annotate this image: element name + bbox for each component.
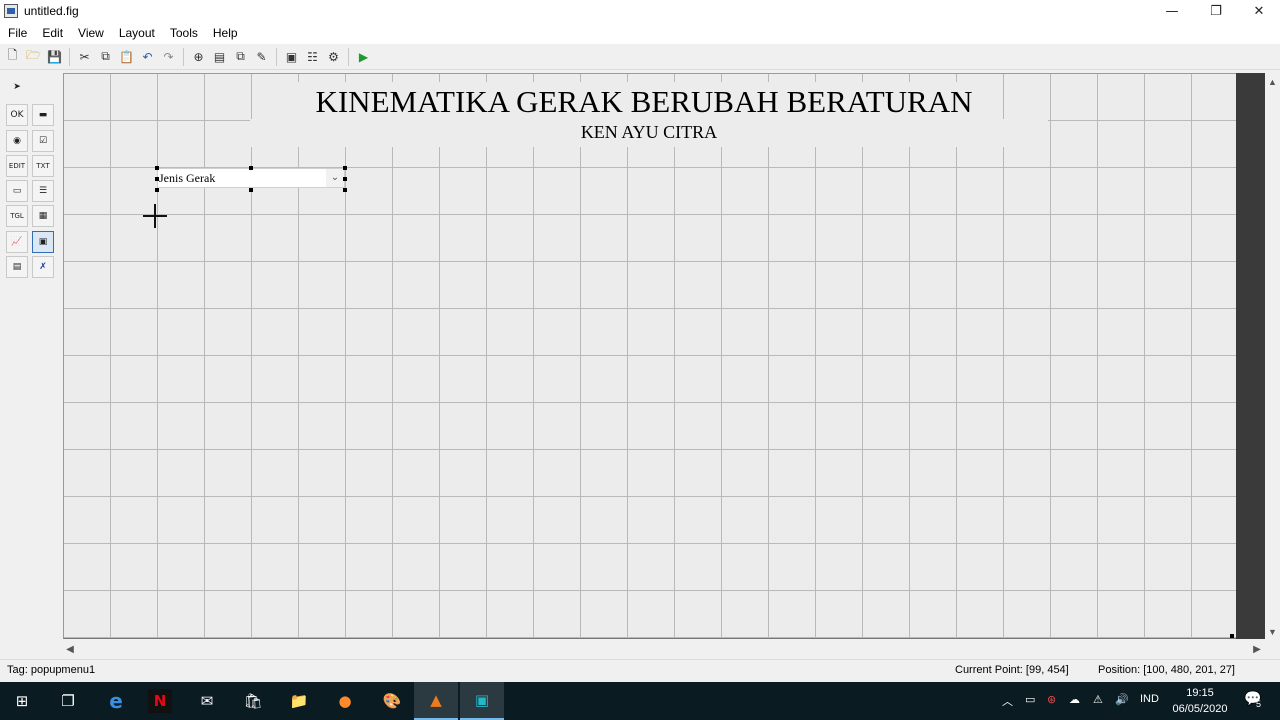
minimize-button[interactable]: — — [1150, 0, 1194, 22]
selection-handle[interactable] — [249, 188, 253, 192]
copy-icon[interactable]: ⧉ — [95, 46, 116, 67]
selection-handle[interactable] — [155, 177, 159, 181]
edit-text-tool-icon[interactable]: EDIT — [6, 155, 28, 177]
close-button[interactable]: ✕ — [1237, 0, 1280, 22]
scroll-left-icon[interactable]: ◀ — [63, 641, 77, 657]
toolbar-editor-icon[interactable]: ✎ — [251, 46, 272, 67]
selection-handle[interactable] — [343, 177, 347, 181]
volume-icon[interactable]: 🔊 — [1115, 693, 1129, 706]
figure-file-icon — [4, 4, 18, 18]
tab-order-editor-icon[interactable]: ⧉ — [230, 46, 251, 67]
crosshair-cursor-icon — [154, 204, 156, 228]
security-alert-icon[interactable]: ⊛ — [1047, 693, 1056, 706]
vertical-scrollbar[interactable]: ▲ ▼ — [1265, 73, 1280, 639]
canvas-resize-handle[interactable] — [1230, 634, 1234, 638]
menu-view[interactable]: View — [70, 26, 111, 40]
chevron-down-icon[interactable]: ⌄ — [326, 169, 344, 187]
menu-help[interactable]: Help — [205, 26, 245, 40]
store-icon[interactable]: 🛍 — [241, 689, 265, 713]
panel-tool-icon[interactable]: ▣ — [32, 231, 54, 253]
show-hidden-icons-icon[interactable]: ︿ — [1002, 693, 1013, 709]
editor-icon[interactable]: ▣ — [281, 46, 302, 67]
push-button-tool-icon[interactable]: OK — [6, 104, 28, 126]
static-text-subtitle[interactable]: KEN AYU CITRA — [250, 119, 1048, 147]
cut-icon[interactable]: ✂ — [74, 46, 95, 67]
toolbar-separator — [69, 47, 70, 66]
windows-start-icon[interactable]: ⊞ — [10, 689, 34, 713]
menu-bar: File Edit View Layout Tools Help — [0, 22, 1280, 44]
notification-count-badge: 5 — [1256, 699, 1262, 709]
status-current-point: Current Point: [99, 454] — [955, 664, 1069, 676]
selection-handle[interactable] — [343, 166, 347, 170]
property-inspector-icon[interactable]: ☷ — [302, 46, 323, 67]
static-text-tool-icon[interactable]: TXT — [32, 155, 54, 177]
paint-icon[interactable]: 🎨 — [380, 689, 404, 713]
menu-edit[interactable]: Edit — [34, 26, 70, 40]
taskbar-clock[interactable]: 19:15 06/05/2020 — [1166, 685, 1234, 717]
title-bar: untitled.fig — ❐ ✕ — [0, 0, 1280, 22]
layout-canvas[interactable]: KINEMATIKA GERAK BERUBAH BERATURAN KEN A… — [63, 73, 1236, 639]
scroll-down-icon[interactable]: ▼ — [1265, 625, 1280, 639]
clock-date: 06/05/2020 — [1172, 703, 1228, 715]
toggle-button-tool-icon[interactable]: TGL — [6, 205, 28, 227]
slider-tool-icon[interactable]: ▬ — [32, 104, 54, 126]
button-group-tool-icon[interactable]: ▤ — [6, 256, 28, 278]
undo-icon[interactable]: ↶ — [137, 46, 158, 67]
new-file-icon[interactable]: 🗋 — [2, 46, 23, 67]
canvas-margin — [1236, 73, 1265, 639]
mail-icon[interactable]: ✉ — [195, 689, 219, 713]
table-tool-icon[interactable]: ▦ — [32, 205, 54, 227]
save-icon[interactable]: 💾 — [44, 46, 65, 67]
toolbar: 🗋 🗁 💾 ✂ ⧉ 📋 ↶ ↷ ⊕ ▤ ⧉ ✎ ▣ ☷ ⚙ ▶ — [0, 44, 1280, 70]
battery-icon[interactable]: ▭ — [1025, 693, 1035, 706]
popup-menu-jenis-gerak[interactable]: Jenis Gerak ⌄ — [157, 168, 345, 188]
selection-handle[interactable] — [155, 166, 159, 170]
network-icon[interactable]: ⚠ — [1093, 693, 1103, 706]
scroll-right-icon[interactable]: ▶ — [1250, 641, 1264, 657]
activex-control-tool-icon[interactable]: ✗ — [32, 256, 54, 278]
popup-menu-label: Jenis Gerak — [159, 171, 216, 185]
window-title: untitled.fig — [24, 4, 79, 18]
toolbar-separator — [183, 47, 184, 66]
matlab-icon[interactable]: ▲ — [414, 682, 458, 720]
input-language[interactable]: IND — [1140, 693, 1159, 705]
menu-tools[interactable]: Tools — [162, 26, 205, 40]
selection-handle[interactable] — [249, 166, 253, 170]
static-text-title[interactable]: KINEMATIKA GERAK BERUBAH BERATURAN — [294, 82, 994, 122]
listbox-tool-icon[interactable]: ☰ — [32, 180, 54, 202]
checkbox-tool-icon[interactable]: ☑ — [32, 130, 54, 152]
scroll-up-icon[interactable]: ▲ — [1265, 75, 1280, 89]
menu-file[interactable]: File — [0, 26, 34, 40]
open-file-icon[interactable]: 🗁 — [23, 46, 44, 67]
radio-button-tool-icon[interactable]: ◉ — [6, 130, 28, 152]
object-browser-icon[interactable]: ⚙ — [323, 46, 344, 67]
align-objects-icon[interactable]: ⊕ — [188, 46, 209, 67]
redo-icon[interactable]: ↷ — [158, 46, 179, 67]
run-figure-icon[interactable]: ▶ — [353, 46, 374, 67]
status-tag: Tag: popupmenu1 — [7, 664, 96, 676]
edge-browser-icon[interactable]: e — [104, 689, 128, 713]
horizontal-scrollbar[interactable]: ◀ ▶ — [63, 641, 1265, 657]
selection-handle[interactable] — [155, 188, 159, 192]
netflix-icon[interactable]: N — [148, 689, 172, 713]
status-position: Position: [100, 480, 201, 27] — [1098, 664, 1235, 676]
file-explorer-icon[interactable]: 📁 — [287, 689, 311, 713]
popup-menu-tool-icon[interactable]: ▭ — [6, 180, 28, 202]
menu-layout[interactable]: Layout — [111, 26, 162, 40]
status-bar: Tag: popupmenu1 Current Point: [99, 454]… — [0, 659, 1280, 681]
select-tool-icon[interactable]: ➤ — [6, 76, 28, 98]
paste-icon[interactable]: 📋 — [116, 46, 137, 67]
maximize-button[interactable]: ❐ — [1194, 0, 1238, 22]
menu-editor-icon[interactable]: ▤ — [209, 46, 230, 67]
firefox-icon[interactable]: ● — [333, 689, 357, 713]
task-view-icon[interactable]: ❐ — [56, 689, 80, 713]
onedrive-icon[interactable]: ☁ — [1069, 693, 1080, 706]
toolbar-separator — [348, 47, 349, 66]
taskbar: ⊞ ❐ e N ✉ 🛍 📁 ● 🎨 ▲ ▣ ︿ ▭ ⊛ ☁ ⚠ 🔊 IND 19… — [0, 682, 1280, 720]
selection-handle[interactable] — [343, 188, 347, 192]
screen-recorder-icon[interactable]: ▣ — [460, 682, 504, 720]
clock-time: 19:15 — [1186, 687, 1214, 699]
axes-tool-icon[interactable]: 📈 — [6, 231, 28, 253]
toolbar-separator — [276, 47, 277, 66]
